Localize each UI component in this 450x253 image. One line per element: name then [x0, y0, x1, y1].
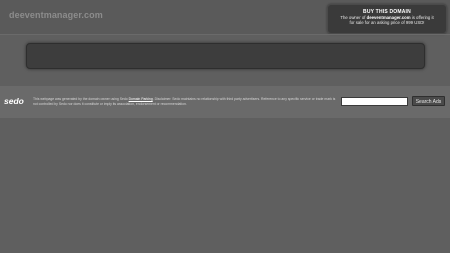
offer-prefix: The owner of — [340, 15, 367, 20]
parked-domain-page: deeventmanager.com BUY THIS DOMAIN The o… — [0, 0, 450, 253]
disclaimer-prefix: This webpage was generated by the domain… — [33, 97, 129, 101]
search-ads-button[interactable]: Search Ads — [412, 96, 445, 106]
search-ads-input[interactable] — [341, 97, 408, 106]
buy-domain-box[interactable]: BUY THIS DOMAIN The owner of deeventmana… — [327, 4, 447, 34]
offer-domain: deeventmanager.com — [366, 15, 411, 20]
header-divider — [0, 34, 450, 35]
domain-title[interactable]: deeventmanager.com — [9, 10, 103, 20]
header: deeventmanager.com BUY THIS DOMAIN The o… — [0, 0, 450, 34]
offer-suffix: is offering it — [410, 15, 434, 20]
sedo-logo[interactable]: sedo — [4, 96, 24, 106]
buy-domain-price-line: for sale for an asking price of 999 USD! — [349, 20, 425, 26]
ads-content-bar — [26, 43, 425, 69]
disclaimer-text: This webpage was generated by the domain… — [33, 97, 336, 106]
domain-parking-link[interactable]: Domain Parking — [129, 97, 153, 101]
